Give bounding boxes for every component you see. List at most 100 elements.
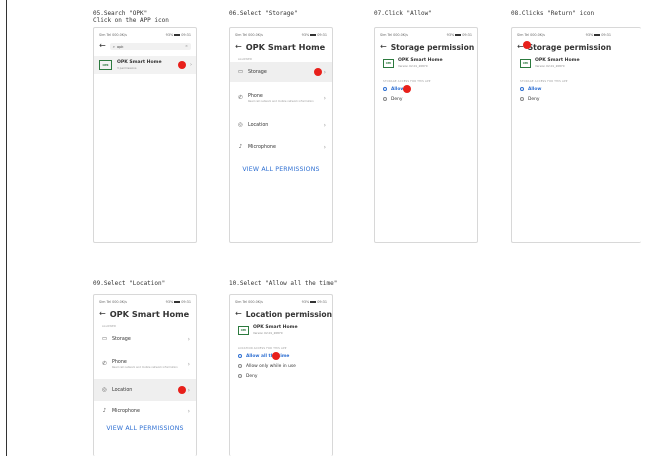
status-bar: Sim Tel 000.0K/s 93% 09:31 [99, 33, 191, 37]
tap-marker [523, 41, 531, 49]
section-label: ALLOWED [238, 58, 253, 61]
chevron-right-icon: › [187, 386, 190, 394]
battery-icon [455, 33, 462, 37]
radio-selected[interactable] [383, 87, 387, 91]
tap-marker [314, 68, 322, 76]
back-arrow-icon[interactable]: ← [380, 43, 387, 51]
step-caption-05: 05.Search "OPK" Click on the APP icon [93, 10, 169, 24]
folder-icon: ▭ [101, 336, 108, 342]
phone-screen-step-08: Sim Tel 000.0K/s 93% 09:31 ← Storage perm… [511, 27, 641, 243]
permission-item-microphone[interactable]: ♪ Microphone › [94, 401, 196, 421]
option-allow[interactable]: Allow [512, 84, 641, 94]
search-bar-row: ← ⌕ opk × [94, 39, 196, 53]
battery-icon [310, 300, 317, 304]
permission-item-microphone[interactable]: ♪ Microphone › [230, 136, 332, 158]
radio-unselected[interactable] [383, 97, 387, 101]
tutorial-sheet: 05.Search "OPK" Click on the APP icon Si… [6, 0, 654, 456]
option-deny[interactable]: Deny [375, 94, 477, 104]
app-header: ← OPK Smart Home [230, 39, 332, 55]
step-caption-10: 10.Select "Allow all the time" [229, 280, 338, 287]
battery-icon [310, 33, 317, 37]
microphone-icon: ♪ [238, 144, 243, 150]
status-bar: Sim Tel 000.0K/s 93% 09:31 [235, 300, 327, 304]
step-caption-08: 08.Clicks "Return" icon [511, 10, 595, 17]
phone-icon: ✆ [238, 95, 243, 101]
app-header: ← Storage permission [375, 39, 477, 55]
chevron-right-icon: › [187, 335, 190, 343]
chevron-right-icon: › [187, 360, 190, 368]
back-arrow-icon[interactable]: ← [235, 43, 242, 51]
chevron-right-icon: › [323, 143, 326, 151]
folder-icon: ▭ [237, 69, 244, 75]
phone-screen-step-07: Sim Tel 000.0K/s 93% 09:31 ← Storage perm… [374, 27, 478, 243]
tap-marker [272, 352, 280, 360]
app-logo: OPK [383, 58, 394, 68]
phone-screen-step-06: Sim Tel 000.0K/s 93% 09:31 ← OPK Smart Ho… [229, 27, 333, 243]
permission-item-phone[interactable]: ✆ Phone Read cell network and mobile net… [230, 82, 332, 114]
app-logo: OPK [238, 325, 249, 335]
status-bar: Sim Tel 000.0K/s 93% 09:31 [235, 33, 327, 37]
permission-item-location[interactable]: ◎ Location › [94, 379, 196, 401]
app-logo: OPK [99, 60, 112, 70]
radio-unselected[interactable] [238, 374, 242, 378]
phone-screen-step-05: Sim Tel 000.0K/s 93% 09:31 ← ⌕ opk × OPK O… [93, 27, 197, 243]
option-deny[interactable]: Deny [230, 371, 332, 381]
permission-item-location[interactable]: ◎ Location › [230, 114, 332, 136]
section-label: LOCATION ACCESS FOR THIS APP [238, 347, 287, 350]
phone-screen-step-10: Sim Tel 000.0K/s 93% 09:31 ← Location per… [229, 294, 333, 456]
tap-marker [403, 85, 411, 93]
battery-icon [174, 300, 181, 304]
close-icon[interactable]: × [185, 44, 188, 48]
battery-icon [174, 33, 181, 37]
app-info: OPK OPK Smart Home Version 02.01_20870 [512, 55, 641, 71]
radio-selected[interactable] [520, 87, 524, 91]
status-bar: Sim Tel 000.0K/s 93% 09:31 [517, 33, 611, 37]
app-header: ← Storage permission [512, 39, 641, 55]
battery-icon [594, 33, 601, 37]
app-header: ← Location permission [230, 306, 332, 322]
location-icon: ◎ [238, 122, 243, 128]
app-header: ← OPK Smart Home [94, 306, 196, 322]
step-caption-07: 07.Click "Allow" [374, 10, 432, 17]
chevron-right-icon: › [190, 62, 192, 68]
option-deny[interactable]: Deny [512, 94, 641, 104]
page-title: OPK Smart Home [109, 309, 190, 319]
page-title: Storage permission [527, 42, 612, 52]
page-title: Location permission [245, 309, 332, 319]
permission-item-storage[interactable]: ▭ Storage › [94, 329, 196, 349]
search-input[interactable]: ⌕ opk × [109, 42, 191, 50]
status-bar: Sim Tel 000.0K/s 93% 09:31 [380, 33, 472, 37]
back-arrow-icon[interactable]: ← [235, 310, 242, 318]
search-result-item[interactable]: OPK OPK Smart Home 3 permissions › [94, 56, 196, 74]
permission-item-phone[interactable]: ✆ Phone Read cell network and mobile net… [94, 349, 196, 379]
permission-item-storage[interactable]: ▭ Storage › [230, 62, 332, 82]
step-caption-06: 06.Select "Storage" [229, 10, 298, 17]
option-allow-all-the-time[interactable]: Allow all the time [230, 351, 332, 361]
back-arrow-icon[interactable]: ← [99, 310, 106, 318]
microphone-icon: ♪ [102, 408, 107, 414]
section-label: ALLOWED [102, 325, 117, 328]
view-all-permissions-link[interactable]: VIEW ALL PERMISSIONS [94, 425, 196, 432]
radio-unselected[interactable] [520, 97, 524, 101]
radio-selected[interactable] [238, 354, 242, 358]
search-icon: ⌕ [112, 43, 115, 49]
phone-screen-step-09: Sim Tel 000.0K/s 93% 09:31 ← OPK Smart Ho… [93, 294, 197, 456]
chevron-right-icon: › [323, 68, 326, 76]
back-arrow-icon[interactable]: ← [99, 42, 106, 50]
chevron-right-icon: › [187, 407, 190, 415]
view-all-permissions-link[interactable]: VIEW ALL PERMISSIONS [230, 166, 332, 173]
tap-marker [178, 61, 186, 69]
app-info: OPK OPK Smart Home Version 02.01_20870 [375, 55, 477, 71]
location-icon: ◎ [102, 387, 107, 393]
chevron-right-icon: › [323, 94, 326, 102]
phone-icon: ✆ [102, 361, 107, 367]
radio-unselected[interactable] [238, 364, 242, 368]
chevron-right-icon: › [323, 121, 326, 129]
app-logo: OPK [520, 58, 531, 68]
tap-marker [178, 386, 186, 394]
app-info: OPK OPK Smart Home Version 02.01_20870 [230, 322, 332, 338]
section-label: STORAGE ACCESS FOR THIS APP [383, 80, 431, 83]
option-allow[interactable]: Allow [375, 84, 477, 94]
page-title: Storage permission [390, 42, 475, 52]
option-allow-while-in-use[interactable]: Allow only while in use [230, 361, 332, 371]
